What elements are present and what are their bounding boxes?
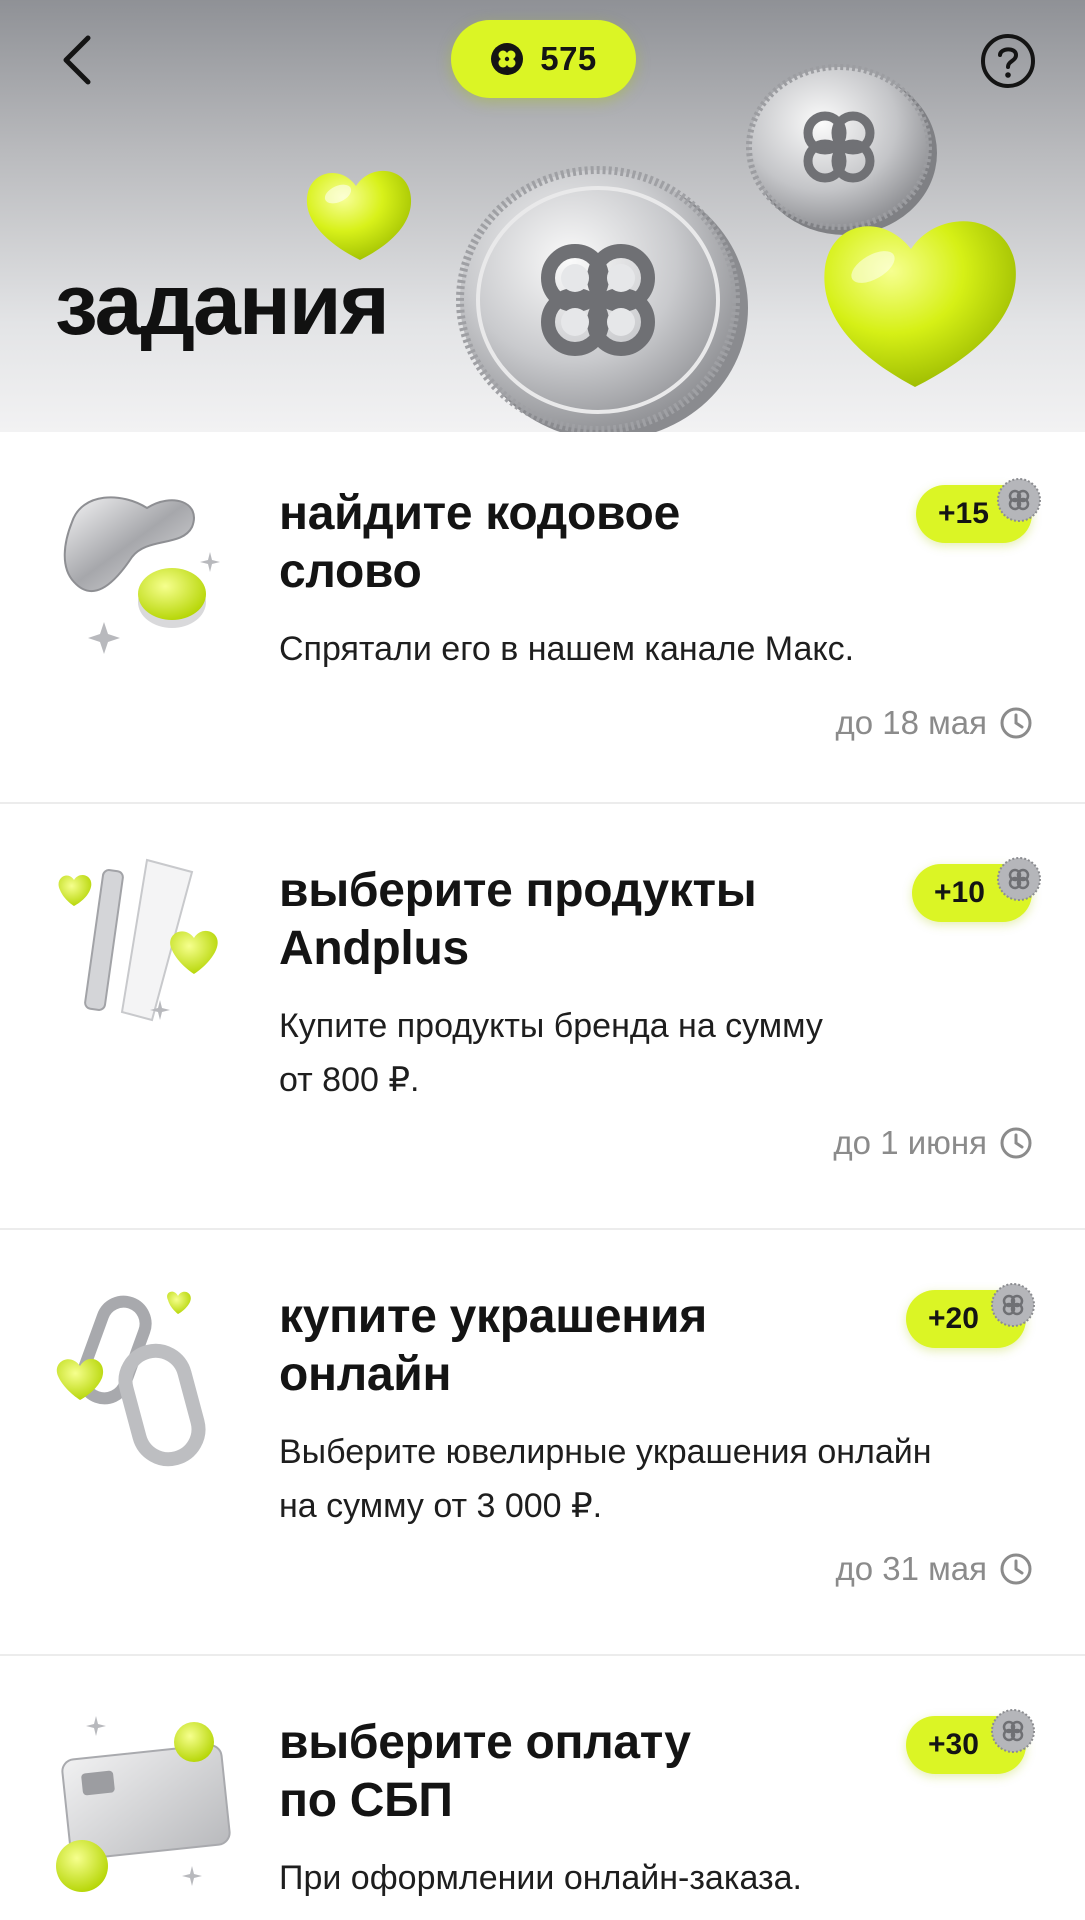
deadline-text: до 1 июня (833, 1124, 987, 1161)
clock-icon (1000, 1127, 1032, 1159)
task-title: выберите оплату по СБП (279, 1716, 691, 1827)
task-card-codeword[interactable]: найдите кодовое слово Спрятали его в наш… (0, 432, 1085, 804)
task-title: купите украшения онлайн (279, 1290, 707, 1401)
back-button[interactable] (40, 20, 112, 100)
cosmetics-tubes-icon (58, 858, 218, 1022)
silver-earrings-icon (56, 1291, 206, 1467)
points-balance[interactable]: 575 (451, 20, 636, 98)
clover-coin-icon (997, 478, 1041, 522)
deadline-text: до 18 мая (835, 704, 987, 741)
task-deadline: до 18 мая (835, 704, 1033, 742)
clover-coin-icon (491, 43, 524, 75)
reward-value: +10 (934, 876, 985, 909)
reward-value: +30 (928, 1728, 979, 1761)
task-description: При оформлении онлайн-заказа. (279, 1859, 802, 1897)
reward-value: +15 (938, 497, 989, 530)
silver-gua-sha-icon (63, 496, 220, 654)
clover-coin-icon (991, 1283, 1035, 1327)
reward-badge[interactable]: +10 (912, 857, 1041, 922)
bank-card-icon (56, 1716, 231, 1892)
clock-icon (1000, 707, 1032, 739)
task-card-jewelry[interactable]: купите украшения онлайн Выберите ювелирн… (0, 1230, 1085, 1656)
question-circle-icon (981, 34, 1035, 88)
points-value: 575 (540, 40, 597, 77)
task-card-sbp[interactable]: выберите оплату по СБП При оформлении он… (0, 1656, 1085, 1920)
header-banner: 575 задания (0, 0, 1085, 432)
reward-badge[interactable]: +30 (906, 1709, 1035, 1774)
task-deadline: до 31 мая (835, 1550, 1033, 1588)
heart-large-icon (824, 221, 1016, 387)
task-deadline: до 1 июня (833, 1124, 1033, 1162)
reward-value: +20 (928, 1302, 979, 1335)
reward-badge[interactable]: +15 (916, 478, 1041, 543)
help-button[interactable] (979, 32, 1037, 90)
task-description: Выберите ювелирные украшения онлайн на с… (279, 1433, 932, 1525)
clover-coin-icon (997, 857, 1041, 901)
task-title: выберите продукты Andplus (279, 864, 757, 975)
coin-large-icon (456, 166, 748, 432)
page-title: задания (55, 257, 390, 353)
deadline-text: до 31 мая (835, 1550, 987, 1587)
task-description: Купите продукты бренда на сумму от 800 ₽… (279, 1007, 823, 1099)
clover-coin-icon (991, 1709, 1035, 1753)
heart-small-icon (306, 170, 412, 260)
clock-icon (1000, 1553, 1032, 1585)
chevron-left-icon (63, 35, 91, 85)
task-title: найдите кодовое слово (279, 487, 680, 598)
task-description: Спрятали его в нашем канале Макс. (279, 630, 855, 668)
task-card-andplus[interactable]: выберите продукты Andplus Купите продукт… (0, 804, 1085, 1230)
reward-badge[interactable]: +20 (906, 1283, 1035, 1348)
task-list: найдите кодовое слово Спрятали его в наш… (0, 432, 1085, 1920)
